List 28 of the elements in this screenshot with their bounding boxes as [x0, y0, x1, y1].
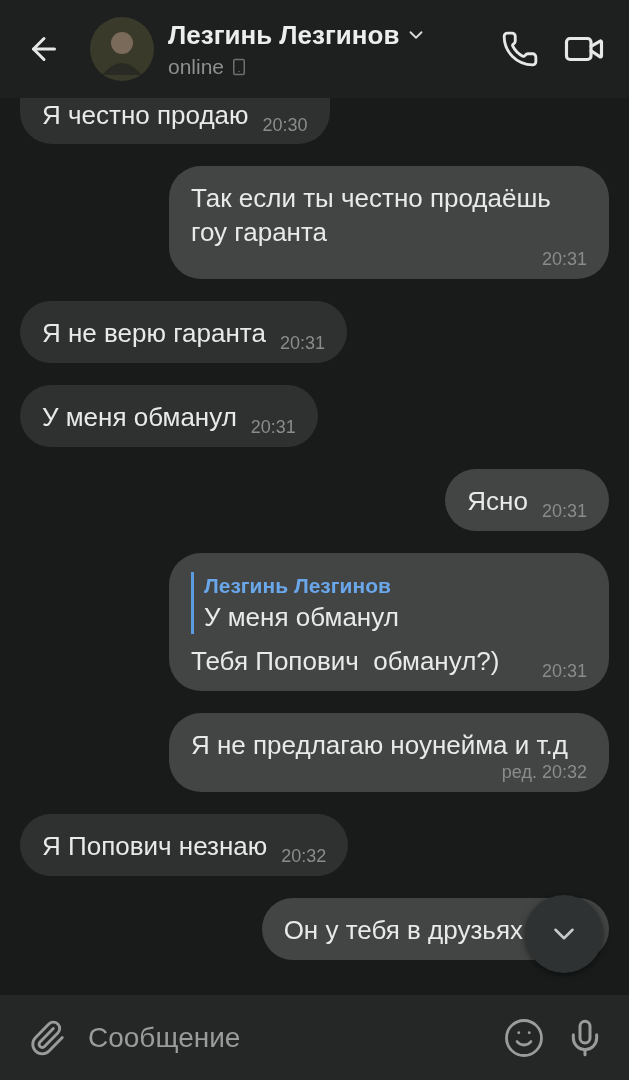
message-time: 20:32 [281, 846, 327, 867]
message-time: 20:31 [279, 333, 325, 354]
message-text: У меня обманул [42, 401, 237, 434]
message-time: ред. 20:32 [501, 762, 587, 783]
reply-quote[interactable]: Лезгинь Лезгинов У меня обманул [191, 572, 587, 634]
message-time: 20:30 [262, 115, 308, 136]
message-text: Он у тебя в друзьях [283, 914, 523, 947]
message-text: Я честно продаю [42, 99, 249, 132]
message-time: 20:31 [541, 501, 587, 522]
message-text: Я Попович незнаю [42, 830, 268, 863]
contact-name[interactable]: Лезгинь Лезгинов [168, 19, 400, 51]
message-input[interactable]: Сообщение [86, 1020, 483, 1055]
message-text: Я не верю гаранта [42, 317, 266, 350]
message-time: 20:31 [250, 417, 296, 438]
attach-icon[interactable] [28, 1018, 66, 1057]
message-composer[interactable]: Сообщение [0, 995, 629, 1080]
quote-text: У меня обманул [204, 601, 400, 634]
message-text: Так если ты честно продаёшь гоу гаранта [191, 182, 552, 249]
message-text: Я не предлагаю ноунейма и т.д [191, 729, 568, 762]
message-text: Тебя Попович обманул?) [191, 645, 500, 678]
phone-icon [501, 30, 539, 68]
avatar[interactable] [90, 17, 154, 81]
message-text: Ясно [467, 485, 528, 518]
message-time: 20:31 [541, 661, 587, 682]
quote-author: Лезгинь Лезгинов [204, 573, 392, 599]
emoji-icon[interactable] [503, 1016, 545, 1059]
online-status: online [168, 54, 225, 79]
message-time: 20:31 [541, 249, 587, 270]
